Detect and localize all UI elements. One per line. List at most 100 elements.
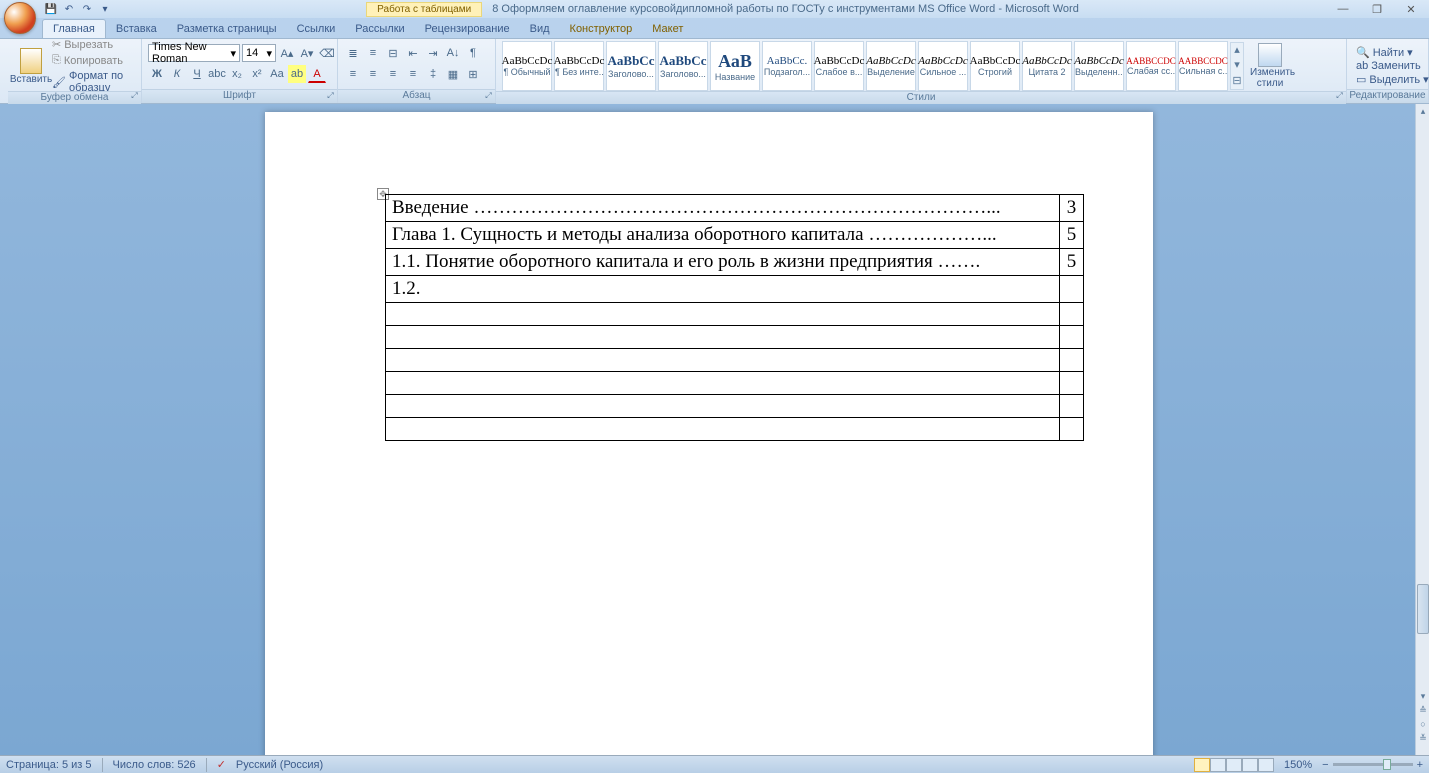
table-cell-text[interactable]	[386, 303, 1060, 326]
strike-button[interactable]: abc	[208, 65, 226, 83]
tab-table-design[interactable]: Конструктор	[560, 20, 643, 38]
table-row[interactable]	[386, 395, 1084, 418]
shading-button[interactable]: ▦	[444, 65, 462, 83]
align-center-button[interactable]: ≡	[364, 65, 382, 83]
status-page[interactable]: Страница: 5 из 5	[6, 759, 92, 771]
table-cell-page[interactable]: 3	[1060, 195, 1084, 222]
scroll-down-button[interactable]: ▾	[1417, 691, 1429, 703]
align-left-button[interactable]: ≡	[344, 65, 362, 83]
table-cell-text[interactable]	[386, 349, 1060, 372]
zoom-slider[interactable]	[1333, 763, 1413, 766]
table-cell-page[interactable]	[1060, 276, 1084, 303]
page[interactable]: ✥ Введение ………………………………………………………………………..…	[265, 112, 1153, 755]
paragraph-dialog-launcher[interactable]: ⤢	[483, 91, 494, 102]
table-cell-text[interactable]: 1.2.	[386, 276, 1060, 303]
subscript-button[interactable]: x₂	[228, 65, 246, 83]
close-button[interactable]: ✕	[1401, 3, 1421, 16]
cut-button[interactable]: ✂Вырезать	[50, 37, 135, 52]
tab-table-layout[interactable]: Макет	[642, 20, 693, 38]
tab-page-layout[interactable]: Разметка страницы	[167, 20, 287, 38]
table-row[interactable]	[386, 372, 1084, 395]
tab-view[interactable]: Вид	[520, 20, 560, 38]
table-row[interactable]: Глава 1. Сущность и методы анализа оборо…	[386, 222, 1084, 249]
next-page-button[interactable]: ≚	[1417, 733, 1429, 745]
style-item[interactable]: AABBCCDCСлабая сс...	[1126, 41, 1176, 91]
undo-button[interactable]: ↶	[62, 2, 76, 16]
table-cell-page[interactable]	[1060, 418, 1084, 441]
zoom-level[interactable]: 150%	[1284, 759, 1312, 771]
tab-home[interactable]: Главная	[42, 19, 106, 38]
sort-button[interactable]: A↓	[444, 44, 462, 62]
italic-button[interactable]: К	[168, 65, 186, 83]
style-scroll-down[interactable]: ▾	[1231, 58, 1243, 73]
align-right-button[interactable]: ≡	[384, 65, 402, 83]
highlight-button[interactable]: ab	[288, 65, 306, 83]
proofing-icon[interactable]: ✓	[217, 758, 226, 771]
style-expand[interactable]: ⊟	[1231, 74, 1243, 89]
zoom-out-button[interactable]: −	[1322, 759, 1328, 771]
view-print-layout[interactable]	[1194, 758, 1210, 772]
table-cell-text[interactable]	[386, 395, 1060, 418]
shrink-font-button[interactable]: A▾	[298, 44, 316, 62]
increase-indent-button[interactable]: ⇥	[424, 44, 442, 62]
table-cell-text[interactable]: Введение ………………………………………………………………………...	[386, 195, 1060, 222]
view-web[interactable]	[1226, 758, 1242, 772]
tab-references[interactable]: Ссылки	[287, 20, 346, 38]
font-dialog-launcher[interactable]: ⤢	[325, 91, 336, 102]
style-scroll-up[interactable]: ▴	[1231, 43, 1243, 58]
bullets-button[interactable]: ≣	[344, 44, 362, 62]
table-cell-page[interactable]	[1060, 326, 1084, 349]
document-table[interactable]: Введение ………………………………………………………………………...3…	[385, 194, 1084, 441]
table-cell-text[interactable]	[386, 326, 1060, 349]
clear-format-button[interactable]: ⌫	[318, 44, 336, 62]
table-cell-page[interactable]	[1060, 303, 1084, 326]
font-color-button[interactable]: A	[308, 65, 326, 83]
find-button[interactable]: 🔍Найти▾	[1353, 46, 1429, 59]
select-button[interactable]: ▭Выделить▾	[1353, 73, 1429, 86]
vertical-scrollbar[interactable]: ▴ ▾ ≙ ○ ≚	[1415, 104, 1429, 755]
tab-review[interactable]: Рецензирование	[415, 20, 520, 38]
style-item[interactable]: AaBbCcЗаголово...	[658, 41, 708, 91]
table-cell-page[interactable]	[1060, 349, 1084, 372]
status-word-count[interactable]: Число слов: 526	[113, 759, 196, 771]
numbering-button[interactable]: ≡	[364, 44, 382, 62]
status-language[interactable]: Русский (Россия)	[236, 759, 323, 771]
document-area[interactable]: ✥ Введение ………………………………………………………………………..…	[0, 104, 1415, 755]
justify-button[interactable]: ≡	[404, 65, 422, 83]
replace-button[interactable]: abЗаменить	[1353, 60, 1429, 72]
prev-page-button[interactable]: ≙	[1417, 705, 1429, 717]
style-item[interactable]: AABBCCDCСильная с...	[1178, 41, 1228, 91]
style-item[interactable]: AaBbCcDcВыделенн...	[1074, 41, 1124, 91]
table-cell-page[interactable]	[1060, 372, 1084, 395]
table-row[interactable]	[386, 303, 1084, 326]
style-item[interactable]: AaBbCcЗаголово...	[606, 41, 656, 91]
font-name-selector[interactable]: Times New Roman▾	[148, 44, 240, 62]
browse-object-button[interactable]: ○	[1417, 719, 1429, 731]
style-item[interactable]: AaBbCc.Подзагол...	[762, 41, 812, 91]
table-cell-page[interactable]	[1060, 395, 1084, 418]
zoom-in-button[interactable]: +	[1417, 759, 1423, 771]
font-size-selector[interactable]: 14▾	[242, 44, 276, 62]
table-cell-text[interactable]	[386, 372, 1060, 395]
show-marks-button[interactable]: ¶	[464, 44, 482, 62]
table-row[interactable]	[386, 418, 1084, 441]
style-item[interactable]: AaBbCcDc¶ Без инте...	[554, 41, 604, 91]
table-row[interactable]: 1.2.	[386, 276, 1084, 303]
paste-button[interactable]: Вставить	[14, 41, 48, 91]
table-cell-page[interactable]: 5	[1060, 222, 1084, 249]
table-row[interactable]	[386, 326, 1084, 349]
styles-dialog-launcher[interactable]: ⤢	[1334, 91, 1345, 102]
table-row[interactable]: Введение ………………………………………………………………………...3	[386, 195, 1084, 222]
qat-customize[interactable]: ▾	[98, 2, 112, 16]
superscript-button[interactable]: x²	[248, 65, 266, 83]
table-row[interactable]	[386, 349, 1084, 372]
table-row[interactable]: 1.1. Понятие оборотного капитала и его р…	[386, 249, 1084, 276]
bold-button[interactable]: Ж	[148, 65, 166, 83]
grow-font-button[interactable]: A▴	[278, 44, 296, 62]
office-button[interactable]	[4, 2, 36, 34]
multilevel-button[interactable]: ⊟	[384, 44, 402, 62]
minimize-button[interactable]: —	[1333, 3, 1353, 16]
change-styles-button[interactable]: Изменить стили	[1246, 43, 1294, 89]
line-spacing-button[interactable]: ‡	[424, 65, 442, 83]
clipboard-dialog-launcher[interactable]: ⤢	[129, 91, 140, 102]
